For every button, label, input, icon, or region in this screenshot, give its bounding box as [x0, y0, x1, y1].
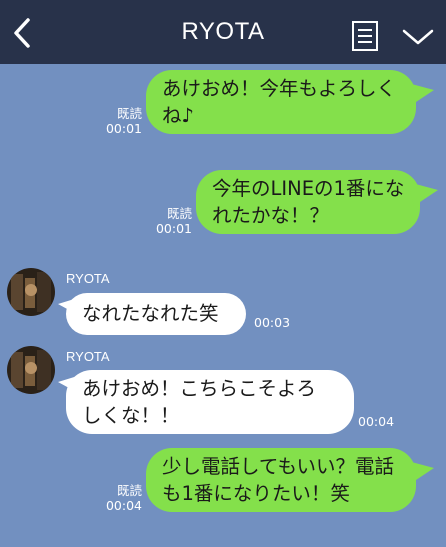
bubble-tail: [404, 460, 434, 484]
avatar[interactable]: [7, 268, 55, 316]
message-text-line: あけおめ！今年もよろしく: [162, 77, 397, 100]
bubble-tail: [404, 82, 434, 106]
bubble-tail: [408, 182, 438, 206]
document-menu-icon[interactable]: [350, 20, 380, 52]
message-text-line: しくな！！: [82, 404, 180, 427]
message-text-line: も1番になりたい！笑: [162, 482, 350, 505]
message-time: 00:01: [155, 221, 192, 236]
their-message-bubble[interactable]: なれたなれた笑: [66, 293, 246, 335]
message-meta: 既読 00:01: [148, 206, 192, 236]
avatar[interactable]: [7, 346, 55, 394]
chat-header: RYOTA: [0, 0, 446, 64]
read-receipt: 既読: [116, 483, 142, 498]
avatar-photo: [7, 268, 55, 316]
chevron-left-icon[interactable]: [8, 14, 38, 52]
message-time: 00:04: [105, 498, 142, 513]
my-message-bubble[interactable]: あけおめ！今年もよろしく ね♪: [146, 70, 416, 134]
message-text-line: 今年のLINEの1番にな: [212, 177, 405, 200]
message-text-line: 少し電話してもいい？電話: [162, 455, 395, 478]
sender-name: RYOTA: [66, 349, 110, 364]
message-text-line: なれたなれた笑: [82, 302, 219, 325]
read-receipt: 既読: [166, 206, 192, 221]
message-time: 00:01: [105, 121, 142, 136]
sender-name: RYOTA: [66, 271, 110, 286]
my-message-bubble[interactable]: 今年のLINEの1番にな れたかな！？: [196, 170, 420, 234]
their-message-bubble[interactable]: あけおめ！こちらこそよろ しくな！！: [66, 370, 354, 434]
message-time: 00:03: [254, 315, 291, 330]
my-message-bubble[interactable]: 少し電話してもいい？電話 も1番になりたい！笑: [146, 448, 416, 512]
message-text-line: ね♪: [162, 104, 194, 127]
read-receipt: 既読: [116, 106, 142, 121]
chevron-down-icon[interactable]: [400, 24, 436, 48]
message-text-line: れたかな！？: [212, 204, 330, 227]
message-time: 00:04: [358, 414, 395, 429]
message-text-line: あけおめ！こちらこそよろ: [82, 377, 317, 400]
message-meta: 既読 00:04: [98, 483, 142, 513]
message-meta: 既読 00:01: [98, 106, 142, 136]
avatar-photo: [7, 346, 55, 394]
